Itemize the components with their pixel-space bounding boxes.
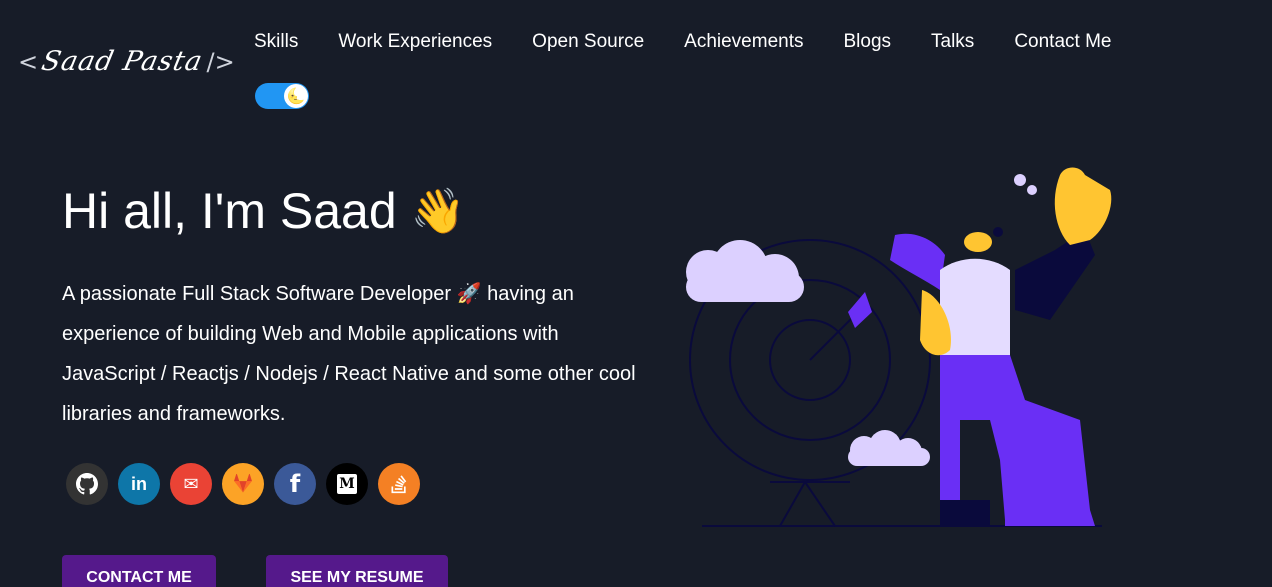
- nav-blogs[interactable]: Blogs: [823, 22, 911, 62]
- nav-skills[interactable]: Skills: [234, 22, 318, 62]
- nav-work-experiences[interactable]: Work Experiences: [318, 22, 512, 62]
- see-resume-button[interactable]: SEE MY RESUME: [266, 555, 448, 587]
- waving-hand-icon: 👋: [410, 187, 466, 236]
- stand-leg-right: [804, 481, 836, 527]
- main-nav: Skills Work Experiences Open Source Achi…: [234, 22, 1131, 62]
- head: [964, 232, 992, 252]
- social-links: in ✉ f M: [66, 463, 420, 505]
- cloud-top: [686, 240, 804, 302]
- nav-talks[interactable]: Talks: [911, 22, 994, 62]
- right-arm: [1015, 230, 1095, 320]
- logo-name: Saad Pasta: [38, 46, 206, 77]
- cloud-bottom: [848, 430, 930, 466]
- email-icon[interactable]: ✉: [170, 463, 212, 505]
- hair-bun: [993, 227, 1003, 237]
- waving-hand: [1054, 167, 1112, 245]
- shoe-right: [1005, 510, 1095, 526]
- nav-open-source[interactable]: Open Source: [512, 22, 664, 62]
- logo-close-bracket: />: [206, 47, 235, 76]
- greeting-text: Hi all, I'm Saad: [62, 183, 397, 239]
- medium-glyph: M: [337, 474, 357, 494]
- linkedin-icon[interactable]: in: [118, 463, 160, 505]
- stand-leg-left: [779, 481, 806, 527]
- hero-greeting: Hi all, I'm Saad 👋: [62, 182, 465, 240]
- theme-toggle[interactable]: 🌜: [255, 83, 309, 109]
- nav-achievements[interactable]: Achievements: [664, 22, 823, 62]
- sparkle-1: [1014, 174, 1026, 186]
- medium-icon[interactable]: M: [326, 463, 368, 505]
- moon-icon: 🌜: [284, 84, 308, 108]
- hero-bio: A passionate Full Stack Software Develop…: [62, 283, 636, 425]
- logo-open-bracket: <: [18, 47, 39, 76]
- legs: [940, 355, 1090, 520]
- nav-contact-me[interactable]: Contact Me: [994, 22, 1131, 62]
- github-icon[interactable]: [66, 463, 108, 505]
- stack-overflow-icon[interactable]: [378, 463, 420, 505]
- facebook-icon[interactable]: f: [274, 463, 316, 505]
- sparkle-2: [1027, 185, 1037, 195]
- contact-me-button[interactable]: CONTACT ME: [62, 555, 216, 587]
- left-arm: [890, 233, 945, 290]
- site-logo[interactable]: < Saad Pasta />: [18, 46, 235, 77]
- gitlab-icon[interactable]: [222, 463, 264, 505]
- shoe-left: [940, 500, 990, 526]
- developer-illustration: [686, 167, 1112, 527]
